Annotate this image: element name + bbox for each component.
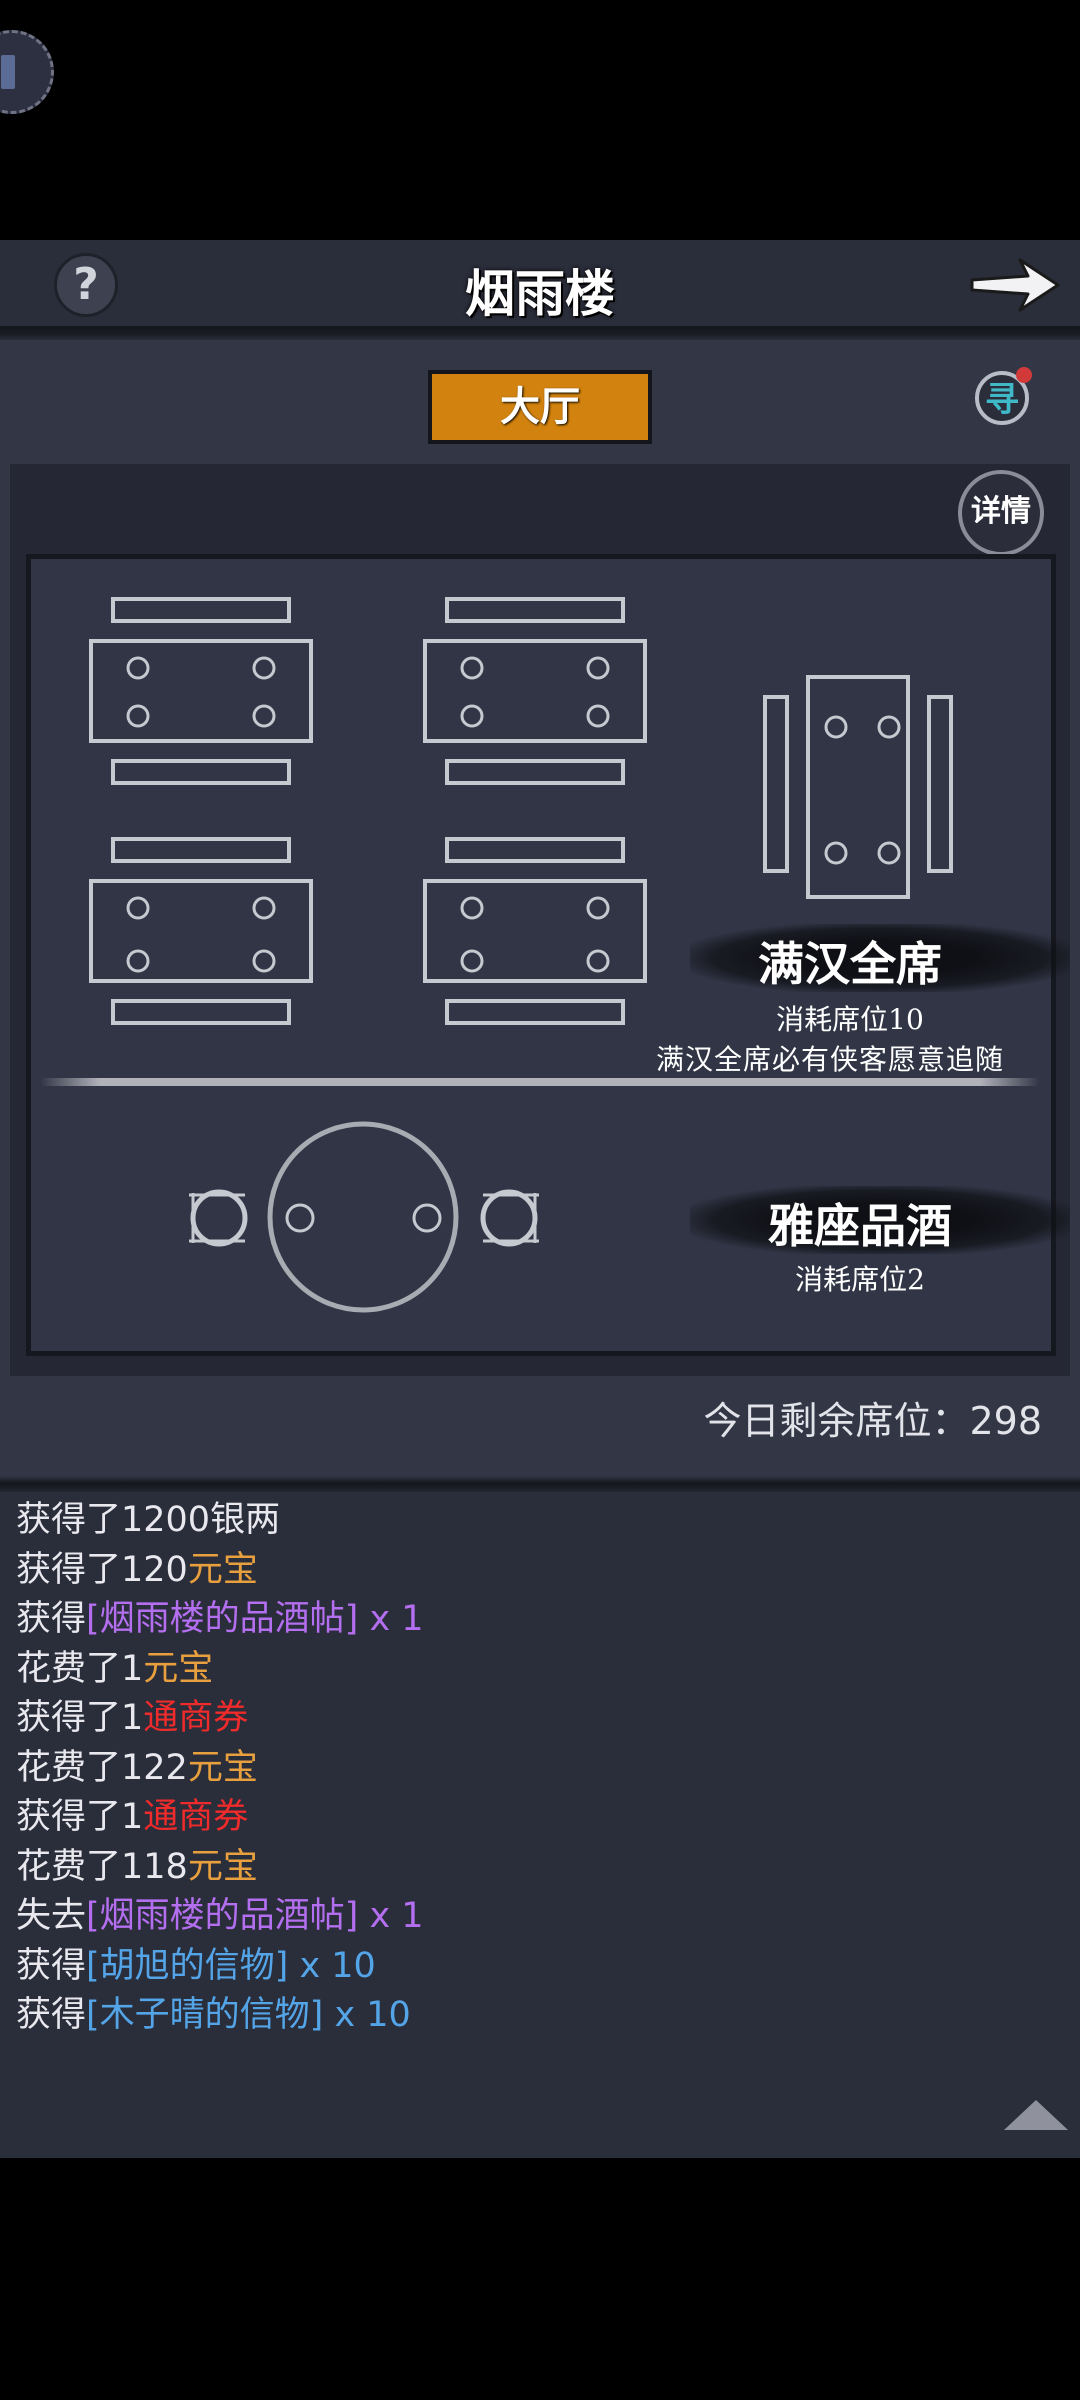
square-table-3[interactable] bbox=[89, 837, 313, 1025]
log-line: 获得了1通商券 bbox=[16, 1793, 424, 1843]
log-segment: 元宝 bbox=[187, 1549, 258, 1590]
log-segment: 获得了1 bbox=[16, 1698, 144, 1738]
log-line: 花费了1元宝 bbox=[16, 1645, 424, 1695]
log-segment: 花费了122 bbox=[16, 1747, 188, 1788]
remaining-seats-label: 今日剩余席位： bbox=[703, 1399, 970, 1443]
log-segment: 获得 bbox=[16, 1599, 87, 1639]
log-list: 获得了1200银两 获得了120元宝 获得[烟雨楼的品酒帖] x 1 花费了1元宝 获得… bbox=[16, 1496, 424, 2041]
log-segment: 获得了1200银两 bbox=[16, 1500, 281, 1540]
question-mark-icon[interactable]: ? bbox=[54, 253, 118, 317]
player-avatar[interactable] bbox=[0, 30, 54, 114]
wine-cost: 消耗席位2 bbox=[795, 1263, 925, 1296]
remaining-seats: 今日剩余席位：298 bbox=[703, 1390, 1042, 1445]
feast-title[interactable]: 满汉全席 bbox=[660, 928, 1040, 994]
right-arrow-icon[interactable] bbox=[966, 252, 1062, 318]
log-segment: 元宝 bbox=[187, 1747, 258, 1788]
message-log[interactable]: 获得了1200银两 获得了120元宝 获得[烟雨楼的品酒帖] x 1 花费了1元宝 获得… bbox=[0, 1492, 1080, 2158]
log-segment: 获得 bbox=[16, 1995, 87, 2035]
log-segment: 元宝 bbox=[187, 1846, 258, 1887]
yanyu-tower-screen: ? 烟雨楼 大厅 寻 详情 满汉全席 消耗席位10 满汉全席必有侠客愿意追随 雅… bbox=[0, 240, 1080, 2158]
feast-table[interactable] bbox=[763, 675, 953, 899]
remaining-seats-value: 298 bbox=[969, 1399, 1042, 1443]
wine-title[interactable]: 雅座品酒 bbox=[680, 1190, 1040, 1256]
log-segment: [胡旭的信物] x 10 bbox=[86, 1945, 376, 1986]
log-segment: 获得了120 bbox=[16, 1549, 188, 1590]
square-table-2[interactable] bbox=[423, 597, 647, 785]
scroll-up-triangle-icon[interactable] bbox=[1004, 2100, 1068, 2130]
log-line: 获得[木子晴的信物] x 10 bbox=[16, 1991, 424, 2041]
feast-description: 满汉全席必有侠客愿意追随 bbox=[655, 1043, 1004, 1076]
search-badge-icon[interactable]: 寻 bbox=[972, 364, 1036, 428]
round-wine-table[interactable] bbox=[189, 1121, 539, 1313]
page-title: 烟雨楼 bbox=[465, 264, 615, 323]
log-segment: 获得 bbox=[16, 1945, 87, 1986]
search-badge-glyph: 寻 bbox=[985, 380, 1019, 420]
log-segment: 通商券 bbox=[143, 1797, 249, 1837]
log-line: 获得[胡旭的信物] x 10 bbox=[16, 1942, 424, 1992]
floor-divider bbox=[40, 1078, 1040, 1086]
log-segment: [木子晴的信物] x 10 bbox=[86, 1995, 411, 2035]
log-segment: 失去 bbox=[16, 1896, 87, 1936]
log-segment: 通商券 bbox=[143, 1698, 249, 1738]
log-segment: 花费了1 bbox=[16, 1648, 144, 1689]
square-table-1[interactable] bbox=[89, 597, 313, 785]
log-line: 花费了118元宝 bbox=[16, 1843, 424, 1893]
tab-hall[interactable]: 大厅 bbox=[428, 370, 652, 444]
feast-cost: 消耗席位10 bbox=[776, 1003, 924, 1036]
header-divider bbox=[0, 326, 1080, 340]
log-segment: 获得了1 bbox=[16, 1797, 144, 1837]
square-table-4[interactable] bbox=[423, 837, 647, 1025]
log-segment: [烟雨楼的品酒帖] x 1 bbox=[86, 1599, 424, 1639]
log-line: 花费了122元宝 bbox=[16, 1744, 424, 1794]
details-button[interactable]: 详情 bbox=[958, 470, 1044, 556]
log-line: 获得了120元宝 bbox=[16, 1546, 424, 1596]
notification-dot bbox=[1016, 367, 1032, 383]
log-segment: [烟雨楼的品酒帖] x 1 bbox=[86, 1896, 424, 1936]
log-line: 获得了1200银两 bbox=[16, 1496, 424, 1546]
log-line: 获得[烟雨楼的品酒帖] x 1 bbox=[16, 1595, 424, 1645]
header-bar: ? 烟雨楼 bbox=[0, 240, 1080, 332]
log-line: 失去[烟雨楼的品酒帖] x 1 bbox=[16, 1892, 424, 1942]
log-segment: 花费了118 bbox=[16, 1846, 188, 1887]
log-segment: 元宝 bbox=[143, 1648, 214, 1689]
log-line: 获得了1通商券 bbox=[16, 1694, 424, 1744]
